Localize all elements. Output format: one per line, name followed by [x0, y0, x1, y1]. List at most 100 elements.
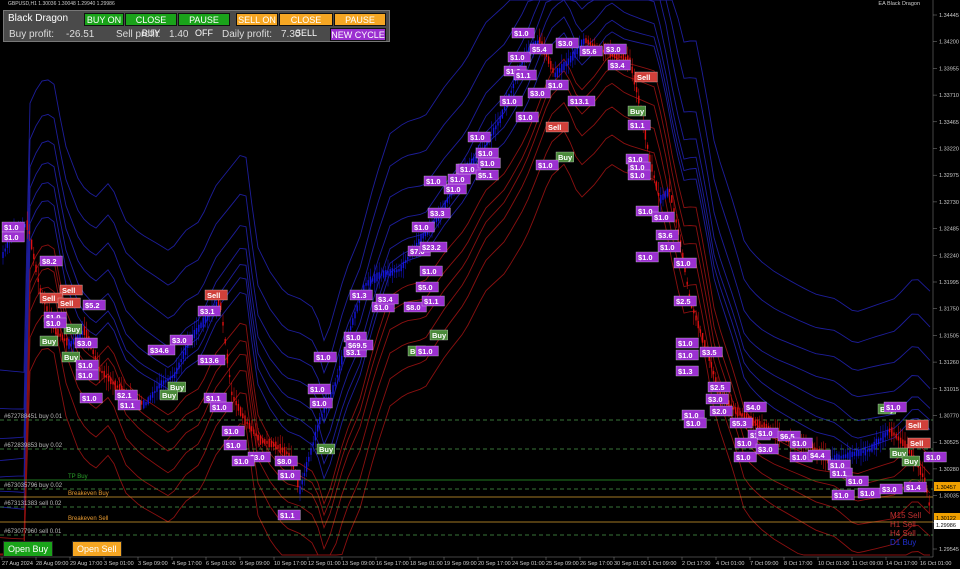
candle-body	[116, 385, 119, 388]
profit-label: $1.0	[515, 111, 539, 123]
profit-label: $1.0	[683, 417, 707, 429]
buy-signal-label: Buy	[159, 389, 178, 401]
candle-body	[180, 359, 182, 363]
profit-label: $1.0	[831, 489, 855, 501]
candle-body	[264, 439, 266, 445]
open-buy-button[interactable]: Open Buy	[3, 541, 54, 557]
profit-label: $3.5	[699, 346, 723, 358]
price-chart[interactable]: #672788451 buy 0.01 #672839853 buy 0.02 TP…	[0, 0, 960, 569]
candle-body	[561, 63, 563, 73]
candle-body	[165, 379, 167, 383]
trade-label-text: $3.0	[708, 395, 723, 404]
candle-body	[198, 324, 200, 332]
trade-label-text: $1.0	[758, 429, 773, 438]
time-tick-label: 11 Oct 09:00	[852, 561, 883, 567]
profit-label: $1.0	[79, 392, 103, 404]
profit-label: $1.0	[923, 451, 947, 463]
new-cycle-button[interactable]: NEW CYCLE	[330, 28, 386, 41]
candle-body	[902, 439, 904, 447]
candle-body	[332, 385, 334, 395]
sell-on-button[interactable]: SELL ON	[236, 13, 278, 26]
candle-body	[255, 433, 257, 436]
candle-body	[352, 318, 354, 325]
trade-label-text: $13.6	[200, 356, 219, 365]
trade-label-text: $2.5	[676, 297, 691, 306]
candle-body	[396, 269, 398, 273]
candle-body	[244, 415, 246, 425]
candle-body	[288, 452, 290, 456]
candle-body	[882, 432, 884, 442]
candle-body	[314, 431, 317, 441]
profit-label: $5.6	[579, 45, 603, 57]
trade-label-text: Buy	[904, 457, 919, 466]
candle-body	[849, 450, 851, 460]
candle-body	[33, 253, 35, 260]
timeframe-signal: H4 Sell	[890, 529, 916, 538]
candle-body	[72, 338, 75, 345]
buy-on-button[interactable]: BUY ON	[84, 13, 124, 26]
candle-body	[671, 195, 673, 203]
candle-body	[173, 372, 176, 379]
candle-body	[422, 233, 424, 239]
trade-label-text: Buy	[558, 153, 573, 162]
trade-label-text: $4.4	[810, 451, 825, 460]
profit-label: $1.0	[507, 51, 531, 63]
profit-label: $2.5	[673, 295, 697, 307]
order-line-label: #673077960 sell 0.01	[4, 529, 62, 535]
trade-label-text: $1.0	[4, 233, 19, 242]
profit-label: $1.1	[421, 295, 445, 307]
profit-label: $1.0	[789, 437, 813, 449]
profit-label: $2.0	[709, 405, 733, 417]
profit-label: $3.0	[705, 393, 729, 405]
profit-label: $5.1	[475, 169, 499, 181]
trade-label-text: $23.2	[422, 243, 441, 252]
candle-body	[897, 436, 900, 441]
trade-label-text: $4.0	[746, 403, 761, 412]
trade-label-text: Sell	[637, 73, 650, 82]
trade-label-text: $1.0	[470, 133, 485, 142]
profit-label: $1.0	[1, 221, 25, 233]
candle-body	[374, 274, 376, 283]
sell-signal-label: Sell	[545, 121, 569, 133]
candle-body	[140, 400, 143, 405]
trade-label-text: $1.0	[686, 419, 701, 428]
profit-label: $8.2	[39, 255, 63, 267]
trade-label-text: $1.0	[224, 427, 239, 436]
candle-body	[312, 442, 314, 446]
trade-label-text: $1.0	[414, 223, 429, 232]
close-sell-button[interactable]: CLOSE SELL	[279, 13, 333, 38]
profit-label: $1.0	[313, 351, 337, 363]
trade-label-text: $3.0	[172, 336, 187, 345]
profit-label: $3.6	[655, 229, 679, 241]
candle-body	[741, 413, 743, 417]
candle-body	[873, 441, 875, 450]
open-sell-button[interactable]: Open Sell	[72, 541, 122, 557]
trade-label-text: $1.0	[736, 453, 751, 462]
time-tick-label: 6 Sep 01:00	[206, 561, 236, 567]
order-line-label: #672788451 buy 0.01	[4, 414, 63, 420]
candle-body	[565, 61, 567, 67]
time-tick-label: 1 Oct 09:00	[648, 561, 676, 567]
candle-body	[94, 355, 97, 360]
profit-label: $1.0	[309, 397, 333, 409]
price-tick-label: 1.30525	[939, 440, 959, 446]
pause-off-buy-button[interactable]: PAUSE OFF	[178, 13, 230, 38]
candle-body	[279, 443, 281, 454]
candle-body	[569, 55, 572, 63]
pause-off-sell-button[interactable]: PAUSE OFF	[334, 13, 386, 38]
profit-label: $3.4	[607, 59, 631, 71]
candle-body	[233, 396, 235, 401]
candle-body	[444, 200, 446, 209]
close-buy-button[interactable]: CLOSE BUY	[125, 13, 177, 38]
candle-body	[855, 450, 858, 457]
candle-body	[176, 367, 178, 374]
timeframe-signal: D1 Buy	[890, 538, 916, 547]
trade-label-text: Buy	[162, 391, 177, 400]
trade-label-text: $2.5	[710, 383, 725, 392]
candle-body	[693, 309, 695, 314]
candle-body	[338, 365, 341, 371]
candle-body	[908, 449, 911, 454]
trade-label-text: $1.0	[422, 267, 437, 276]
candle-body	[407, 256, 409, 260]
candle-body	[70, 341, 72, 347]
